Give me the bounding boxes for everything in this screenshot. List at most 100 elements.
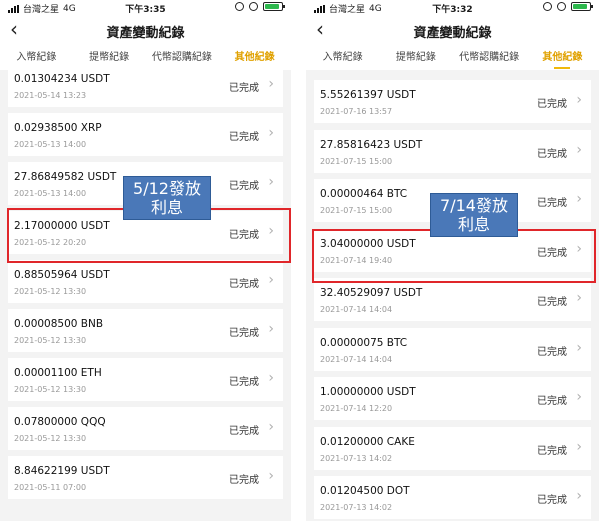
record-row[interactable]: 0.00008500 BNB 2021-05-12 13:30 已完成 › [8,309,283,352]
status-bar: 台灣之星 4G 下午3:32 [306,0,599,15]
chevron-right-icon: › [268,468,274,484]
record-amount: 5.55261397 USDT [320,89,416,101]
record-status: 已完成 [537,297,567,308]
record-row[interactable]: 0.88505964 USDT 2021-05-12 13:30 已完成 › [8,260,283,303]
battery-icon [263,2,285,11]
rotation-lock-icon [249,2,258,11]
highlight-box [312,229,596,283]
record-status: 已完成 [229,132,259,143]
record-amount: 0.88505964 USDT [14,269,110,281]
chevron-right-icon: › [576,488,582,504]
record-date: 2021-07-13 14:02 [320,453,393,463]
record-date: 2021-05-12 13:30 [14,287,87,296]
record-date: 2021-05-13 14:00 [14,140,87,149]
annotation-callout: 7/14發放 利息 [430,193,518,237]
chevron-right-icon: › [576,92,582,108]
tab-other-records[interactable]: 其他紀錄 [526,45,599,70]
record-amount: 1.00000000 USDT [320,386,416,398]
record-status: 已完成 [229,475,259,486]
chevron-right-icon: › [576,290,582,306]
record-status: 已完成 [537,495,567,506]
record-amount: 0.00000075 BTC [320,336,408,349]
record-date: 2021-05-12 13:30 [14,434,87,443]
record-amount: 0.01204500 DOT [320,485,410,497]
record-row[interactable]: 0.07800000 QQQ 2021-05-12 13:30 已完成 › [8,407,283,450]
record-row[interactable]: 0.00001100 ETH 2021-05-12 13:30 已完成 › [8,358,283,401]
record-row[interactable]: 0.01304234 USDT 2021-05-14 13:23 已完成 › [8,64,283,107]
record-row[interactable]: 0.01200000 CAKE 2021-07-13 14:02 已完成 › [314,426,591,470]
record-amount: 0.01200000 CAKE [320,435,415,448]
record-status: 已完成 [229,377,259,388]
record-status: 已完成 [229,279,259,290]
record-date: 2021-07-14 12:20 [320,404,393,413]
tab-withdraw-records[interactable]: 提幣紀錄 [379,45,452,70]
record-status: 已完成 [229,426,259,437]
callout-line-1: 7/14發放 [440,196,508,215]
page-title: 資產變動紀錄 [413,26,492,41]
callout-line-2: 利息 [457,215,490,234]
record-status: 已完成 [229,83,259,94]
record-status: 已完成 [537,99,567,110]
record-status: 已完成 [229,181,259,192]
record-status: 已完成 [537,148,567,160]
tab-deposit-records[interactable]: 入幣紀錄 [306,45,379,70]
record-row[interactable]: 0.02938500 XRP 2021-05-13 14:00 已完成 › [8,113,283,156]
record-status: 已完成 [537,396,567,407]
battery-icon [571,2,593,11]
callout-line-2: 利息 [150,198,183,217]
annotation-callout: 5/12發放 利息 [123,176,211,220]
chevron-right-icon: › [576,191,582,207]
record-amount: 27.86849582 USDT [14,171,117,183]
record-date: 2021-07-14 14:04 [320,354,393,364]
record-status: 已完成 [537,346,567,358]
record-amount: 32.40529097 USDT [320,287,423,299]
record-date: 2021-07-15 15:00 [320,156,393,166]
record-amount: 0.01304234 USDT [14,73,110,85]
record-date: 2021-07-16 13:57 [320,107,393,116]
chevron-right-icon: › [268,419,274,435]
chevron-right-icon: › [576,339,582,356]
record-amount: 27.85816423 USDT [320,138,423,151]
record-amount: 0.07800000 QQQ [14,416,106,428]
chevron-right-icon: › [576,141,582,158]
record-date: 2021-05-12 13:30 [14,336,87,345]
alarm-icon [543,2,552,11]
rotation-lock-icon [557,2,566,11]
record-amount: 0.02938500 XRP [14,122,102,134]
record-status: 已完成 [537,198,567,209]
chevron-right-icon: › [576,438,582,455]
record-row[interactable]: 32.40529097 USDT 2021-07-14 14:04 已完成 › [314,278,591,321]
chevron-right-icon: › [268,76,274,92]
record-status: 已完成 [229,328,259,339]
record-status: 已完成 [537,445,567,457]
record-row[interactable]: 0.00000075 BTC 2021-07-14 14:04 已完成 › [314,327,591,371]
record-amount: 0.00001100 ETH [14,367,102,379]
record-date: 2021-05-12 13:30 [14,385,87,394]
chevron-right-icon: › [268,272,274,288]
record-row[interactable]: 1.00000000 USDT 2021-07-14 12:20 已完成 › [314,377,591,420]
record-date: 2021-05-11 07:00 [14,483,87,492]
record-row[interactable]: 8.84622199 USDT 2021-05-11 07:00 已完成 › [8,456,283,499]
chevron-right-icon: › [268,174,274,190]
record-date: 2021-07-15 15:00 [320,206,393,215]
record-row[interactable]: 27.85816423 USDT 2021-07-15 15:00 已完成 › [314,129,591,173]
record-amount: 0.00000464 BTC [320,188,408,200]
chevron-right-icon: › [268,321,274,337]
record-date: 2021-07-13 14:02 [320,503,393,512]
tab-token-subscription-records[interactable]: 代幣認購紀錄 [453,45,526,70]
tab-bar: 入幣紀錄 提幣紀錄 代幣認購紀錄 其他紀錄 [306,45,599,70]
record-amount: 8.84622199 USDT [14,465,110,477]
record-list: 5.55261397 USDT 2021-07-16 13:57 已完成 › 27.85… [306,70,599,521]
nav-bar: ‹ 資產變動紀錄 [306,15,599,45]
record-date: 2021-07-14 14:04 [320,305,393,314]
callout-line-1: 5/12發放 [133,179,201,198]
nav-bar: ‹ 資產變動紀錄 [0,15,291,45]
record-amount: 0.00008500 BNB [14,318,104,330]
record-row[interactable]: 5.55261397 USDT 2021-07-16 13:57 已完成 › [314,80,591,123]
record-row[interactable]: 0.01204500 DOT 2021-07-13 14:02 已完成 › [314,476,591,519]
chevron-right-icon: › [268,370,274,386]
record-list: 0.01304234 USDT 2021-05-14 13:23 已完成 › 0.029… [0,64,291,521]
chevron-right-icon: › [576,389,582,405]
chevron-right-icon: › [268,125,274,141]
status-bar: 台灣之星 4G 下午3:35 [0,0,291,15]
